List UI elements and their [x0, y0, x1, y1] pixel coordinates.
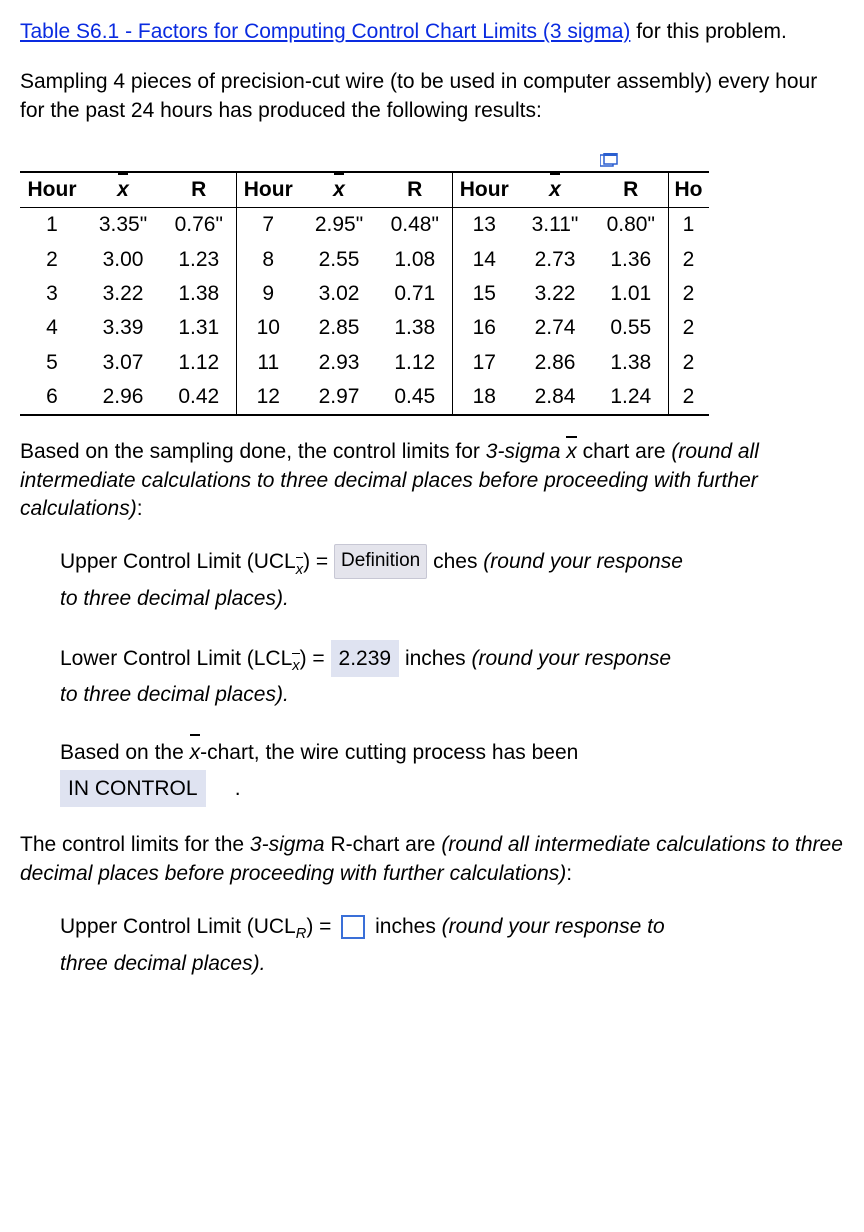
table-cell: 1.38 — [594, 346, 668, 380]
table-cell: 0.45 — [378, 380, 452, 415]
table-cell: 0.42 — [162, 380, 236, 415]
table-cell: 0.71 — [378, 277, 452, 311]
table-cell: 2 — [668, 277, 709, 311]
table-cell: 12 — [236, 380, 300, 415]
table-cell: 3.00 — [84, 243, 162, 277]
table-cell: 11 — [236, 346, 300, 380]
table-cell: 2.84 — [516, 380, 594, 415]
col-hour-2: Hour — [236, 172, 300, 208]
ucl-r-input[interactable] — [341, 915, 365, 939]
q2-lead: The control limits for the 3-sigma R-cha… — [20, 831, 844, 888]
table-cell: 2 — [668, 243, 709, 277]
sampling-text: Sampling 4 pieces of precision-cut wire … — [20, 68, 844, 125]
table-cell: 2 — [668, 380, 709, 415]
table-cell: 2.55 — [300, 243, 378, 277]
table-cell: 1.12 — [378, 346, 452, 380]
status-answer[interactable]: IN CONTROL — [60, 770, 206, 808]
ucl-x-line: Upper Control Limit (UCLx) = Definition … — [60, 545, 834, 615]
table-cell: 2.74 — [516, 311, 594, 345]
col-xbar-2: x — [300, 172, 378, 208]
col-xbar-1: x — [84, 172, 162, 208]
col-hour-3: Hour — [452, 172, 516, 208]
status-line: Based on the x-chart, the wire cutting p… — [60, 736, 834, 807]
table-cell: 2.96 — [84, 380, 162, 415]
popup-window-icon[interactable] — [600, 153, 618, 167]
table-cell: 2.93 — [300, 346, 378, 380]
table-cell: 17 — [452, 346, 516, 380]
table-cell: 2.95" — [300, 208, 378, 243]
table-cell: 13 — [452, 208, 516, 243]
table-cell: 1.24 — [594, 380, 668, 415]
table-cell: 2.86 — [516, 346, 594, 380]
table-cell: 0.48" — [378, 208, 452, 243]
table-cell: 0.76" — [162, 208, 236, 243]
table-cell: 1 — [668, 208, 709, 243]
intro-after-link: for this problem. — [630, 20, 786, 43]
table-cell: 2 — [668, 346, 709, 380]
definition-tooltip[interactable]: Definition — [334, 544, 427, 578]
table-cell: 2 — [20, 243, 84, 277]
table-cell: 1.12 — [162, 346, 236, 380]
table-cell: 5 — [20, 346, 84, 380]
table-cell: 7 — [236, 208, 300, 243]
table-cell: 1.38 — [162, 277, 236, 311]
table-cell: 3.22 — [84, 277, 162, 311]
table-cell: 3.35" — [84, 208, 162, 243]
table-cell: 0.55 — [594, 311, 668, 345]
table-cell: 9 — [236, 277, 300, 311]
table-s6-1-link[interactable]: Table S6.1 - Factors for Computing Contr… — [20, 20, 630, 43]
lcl-x-answer[interactable]: 2.239 — [331, 640, 400, 678]
table-cell: 3.39 — [84, 311, 162, 345]
col-r-3: R — [594, 172, 668, 208]
table-cell: 6 — [20, 380, 84, 415]
col-r-1: R — [162, 172, 236, 208]
table-cell: 1.01 — [594, 277, 668, 311]
table-cell: 10 — [236, 311, 300, 345]
table-cell: 2.73 — [516, 243, 594, 277]
table-cell: 1.31 — [162, 311, 236, 345]
col-hour-4: Ho — [668, 172, 709, 208]
table-cell: 3.22 — [516, 277, 594, 311]
col-xbar-3: x — [516, 172, 594, 208]
lcl-x-line: Lower Control Limit (LCLx) = 2.239 inche… — [60, 640, 834, 712]
table-cell: 3.07 — [84, 346, 162, 380]
table-cell: 14 — [452, 243, 516, 277]
table-cell: 2.85 — [300, 311, 378, 345]
table-cell: 1.08 — [378, 243, 452, 277]
table-cell: 1.38 — [378, 311, 452, 345]
q1-lead: Based on the sampling done, the control … — [20, 438, 844, 523]
table-cell: 2 — [668, 311, 709, 345]
data-table: Hour x R Hour x R Hour x R Ho 13.35"0.76… — [20, 171, 709, 416]
table-cell: 8 — [236, 243, 300, 277]
table-cell: 3 — [20, 277, 84, 311]
col-r-2: R — [378, 172, 452, 208]
table-cell: 1.23 — [162, 243, 236, 277]
table-cell: 1 — [20, 208, 84, 243]
table-cell: 2.97 — [300, 380, 378, 415]
table-cell: 0.80" — [594, 208, 668, 243]
table-cell: 16 — [452, 311, 516, 345]
table-cell: 1.36 — [594, 243, 668, 277]
table-cell: 15 — [452, 277, 516, 311]
table-cell: 3.02 — [300, 277, 378, 311]
intro-sentence: Table S6.1 - Factors for Computing Contr… — [20, 18, 844, 46]
ucl-r-line: Upper Control Limit (UCLR) = inches (rou… — [60, 910, 834, 980]
table-cell: 3.11" — [516, 208, 594, 243]
table-cell: 18 — [452, 380, 516, 415]
col-hour-1: Hour — [20, 172, 84, 208]
table-cell: 4 — [20, 311, 84, 345]
